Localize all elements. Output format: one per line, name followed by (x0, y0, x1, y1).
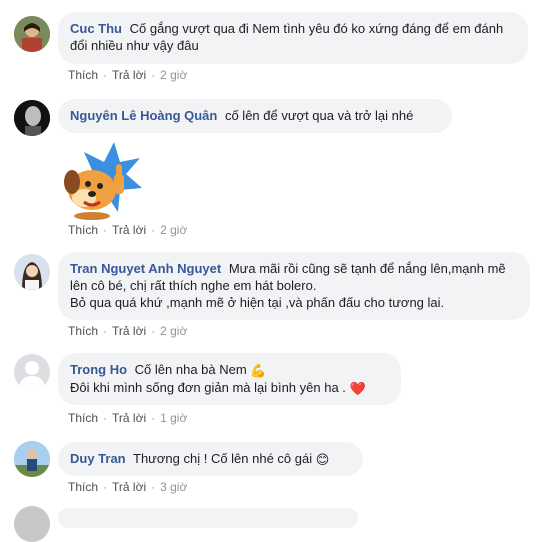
like-link[interactable]: Thích (68, 324, 98, 338)
separator: · (103, 411, 108, 425)
reply-link[interactable]: Trả lời (112, 411, 146, 425)
comment-text-line: Đôi khi mình sống đơn giản mà lại bình y… (70, 380, 346, 396)
timestamp[interactable]: 1 giờ (160, 411, 187, 425)
comment-bubble: Duy Tran Thương chị ! Cố lên nhé cô gái … (58, 442, 363, 476)
comment-actions: Thích · Trả lời · 1 giờ (68, 411, 187, 425)
comment-bubble: Nguyên Lê Hoàng Quân cố lên để vượt qua … (58, 99, 452, 133)
comment-author[interactable]: Nguyên Lê Hoàng Quân (70, 108, 217, 123)
like-link[interactable]: Thích (68, 223, 98, 237)
timestamp[interactable]: 3 giờ (160, 480, 187, 494)
separator: · (151, 324, 156, 338)
avatar[interactable] (14, 254, 50, 290)
like-link[interactable]: Thích (68, 411, 98, 425)
smiling-face-icon: 😊 (315, 452, 330, 468)
comment-actions: Thích · Trả lời · 2 giờ (68, 223, 187, 237)
comment-text: cố lên để vượt qua và trở lại nhé (224, 108, 414, 123)
comment-text-line: Bỏ qua quá khứ ,mạnh mẽ ở hiện tại ,và p… (70, 295, 445, 310)
separator: · (103, 68, 108, 82)
comment-actions: Thích · Trả lời · 2 giờ (68, 68, 187, 82)
next-comment-bubble (58, 508, 358, 528)
flexed-biceps-icon: 💪 (250, 363, 267, 379)
comment-actions: Thích · Trả lời · 3 giờ (68, 480, 187, 494)
timestamp[interactable]: 2 giờ (160, 68, 187, 82)
timestamp[interactable]: 2 giờ (160, 324, 187, 338)
reply-link[interactable]: Trả lời (112, 68, 146, 82)
comment-bubble: Trong Ho Cố lên nha bà Nem 💪 Đôi khi mìn… (58, 353, 401, 405)
separator: · (103, 324, 108, 338)
separator: · (103, 223, 108, 237)
comment-author[interactable]: Duy Tran (70, 451, 126, 466)
avatar[interactable] (14, 354, 50, 390)
comment-text: Cố gắng vượt qua đi Nem tình yêu đó ko x… (70, 21, 504, 53)
separator: · (151, 223, 156, 237)
avatar[interactable] (14, 100, 50, 136)
comment-text: Cố lên nha bà Nem (134, 362, 247, 377)
comment-actions: Thích · Trả lời · 2 giờ (68, 324, 187, 338)
separator: · (103, 480, 108, 494)
separator: · (151, 480, 156, 494)
puppy-sticker[interactable] (54, 136, 146, 222)
comment-author[interactable]: Cuc Thu (70, 21, 122, 36)
comment-author[interactable]: Trong Ho (70, 362, 127, 377)
avatar[interactable] (14, 16, 50, 52)
comment-text: Thương chị ! Cố lên nhé cô gái (133, 451, 313, 466)
like-link[interactable]: Thích (68, 68, 98, 82)
red-heart-icon: ❤️ (349, 381, 366, 397)
comment-bubble: Tran Nguyet Anh Nguyet Mưa mãi rồi cũng … (58, 252, 530, 320)
separator: · (151, 411, 156, 425)
avatar[interactable] (14, 441, 50, 477)
next-comment-avatar[interactable] (14, 506, 50, 542)
reply-link[interactable]: Trả lời (112, 480, 146, 494)
reply-link[interactable]: Trả lời (112, 223, 146, 237)
like-link[interactable]: Thích (68, 480, 98, 494)
comment-author[interactable]: Tran Nguyet Anh Nguyet (70, 261, 221, 276)
timestamp[interactable]: 2 giờ (160, 223, 187, 237)
comment-bubble: Cuc Thu Cố gắng vượt qua đi Nem tình yêu… (58, 12, 528, 64)
reply-link[interactable]: Trả lời (112, 324, 146, 338)
separator: · (151, 68, 156, 82)
